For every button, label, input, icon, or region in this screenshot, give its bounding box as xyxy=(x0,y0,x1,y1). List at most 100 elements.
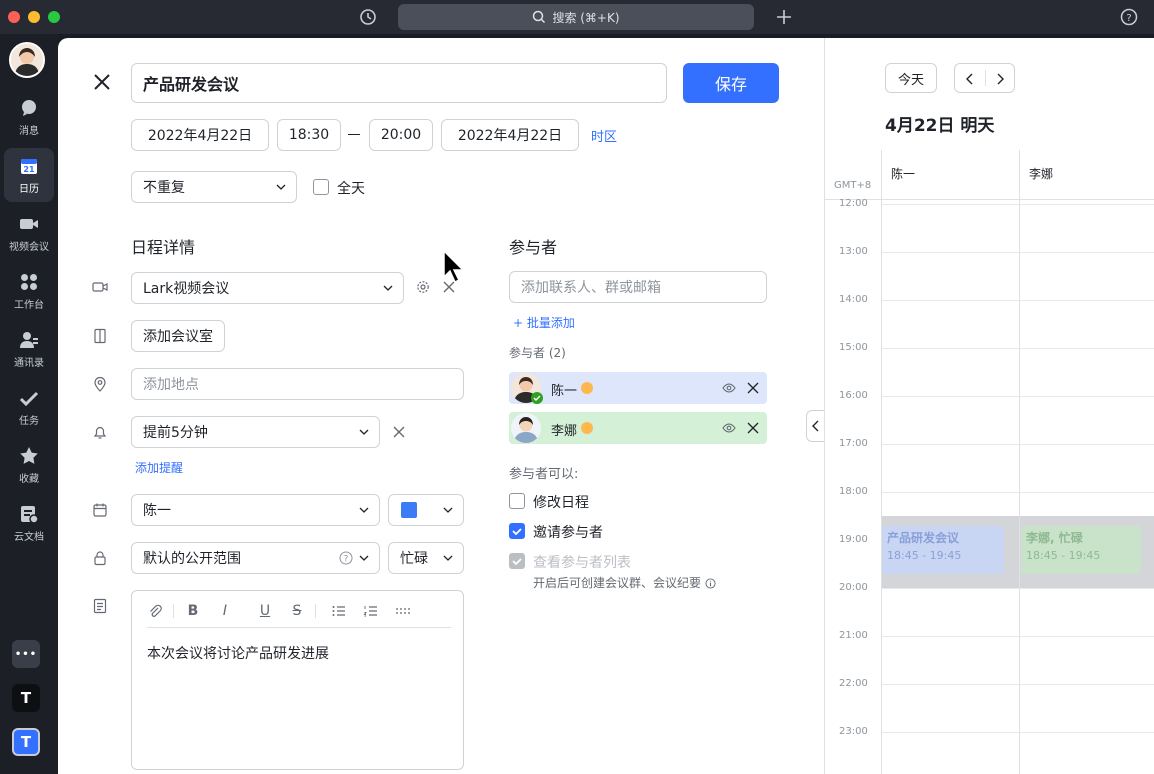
all-day-checkbox[interactable] xyxy=(313,179,329,195)
visibility-value: 默认的公开范围 xyxy=(143,551,241,567)
italic-icon[interactable]: I xyxy=(217,603,233,619)
previous-day-button[interactable] xyxy=(965,73,975,85)
underline-icon[interactable]: U xyxy=(257,603,273,619)
minimize-window-button[interactable] xyxy=(28,11,40,23)
attachment-icon[interactable] xyxy=(147,603,163,619)
remove-attendee-icon[interactable] xyxy=(746,381,760,395)
end-date-field[interactable]: 2022年4月22日 xyxy=(441,119,579,151)
hour-label: 13:00 xyxy=(839,246,868,257)
gear-icon[interactable] xyxy=(416,280,430,294)
numbered-list-icon[interactable] xyxy=(363,603,379,619)
sidebar-item-docs[interactable]: 云文档 xyxy=(0,496,58,550)
toolbar-divider xyxy=(147,627,451,628)
check-icon xyxy=(512,558,522,566)
column-header: 陈一 xyxy=(891,167,916,181)
hour-line xyxy=(881,300,1154,301)
busy-status-select[interactable]: 忙碌 xyxy=(388,542,464,574)
event-title-input[interactable]: 产品研发会议 xyxy=(131,63,667,103)
plus-icon[interactable] xyxy=(775,8,793,26)
event-block[interactable]: 产品研发会议 18:45 - 19:45 xyxy=(882,526,1004,574)
location-input[interactable]: 添加地点 xyxy=(131,368,464,400)
history-icon[interactable] xyxy=(359,8,377,26)
avatar xyxy=(511,413,541,443)
divider-icon[interactable] xyxy=(395,603,411,619)
event-title: 李娜, 忙碌 xyxy=(1026,531,1083,545)
app-t-active-button[interactable]: T xyxy=(12,728,40,756)
more-apps-button[interactable]: ••• xyxy=(12,640,40,668)
sidebar-item-calendar[interactable]: 21 日历 xyxy=(4,148,54,202)
video-icon xyxy=(92,282,108,292)
column-divider xyxy=(1019,150,1020,774)
info-icon[interactable] xyxy=(705,578,716,589)
user-avatar[interactable] xyxy=(9,42,45,78)
start-time-field[interactable]: 18:30 xyxy=(277,119,341,151)
sidebar-item-label: 视频会议 xyxy=(9,241,49,253)
sidebar-item-tasks[interactable]: 任务 xyxy=(0,380,58,434)
eye-icon[interactable] xyxy=(722,421,736,435)
bulk-add-link[interactable]: + 批量添加 xyxy=(513,314,575,331)
sidebar-item-favorites[interactable]: 收藏 xyxy=(0,438,58,492)
description-editor[interactable]: B I U S 本次会议将讨论产品研发进展 xyxy=(131,590,464,770)
svg-text:?: ? xyxy=(1126,13,1131,24)
accepted-check-icon xyxy=(531,392,543,404)
sidebar-item-label: 工作台 xyxy=(14,299,44,311)
video-meeting-select[interactable]: Lark视频会议 xyxy=(131,272,404,304)
attendee-row[interactable]: 陈一 xyxy=(509,372,767,404)
remove-attendee-icon[interactable] xyxy=(746,421,760,435)
event-time: 18:45 - 19:45 xyxy=(887,549,962,562)
help-icon[interactable]: ? xyxy=(1120,8,1138,26)
video-meeting-value: Lark视频会议 xyxy=(143,281,230,297)
help-icon[interactable]: ? xyxy=(339,551,353,565)
reminder-select[interactable]: 提前5分钟 xyxy=(131,416,380,448)
bold-icon[interactable]: B xyxy=(185,603,201,619)
start-date-field[interactable]: 2022年4月22日 xyxy=(131,119,269,151)
attendee-row[interactable]: 李娜 xyxy=(509,412,767,444)
close-icon[interactable] xyxy=(92,72,112,92)
calendar-owner-value: 陈一 xyxy=(143,503,171,519)
add-reminder-link[interactable]: 添加提醒 xyxy=(135,459,183,476)
hour-label: 19:00 xyxy=(839,534,868,545)
visibility-select[interactable]: 默认的公开范围 ? xyxy=(131,542,380,574)
video-icon xyxy=(20,218,38,229)
permission-note: 开启后可创建会议群、会议纪要 xyxy=(533,574,716,591)
close-window-button[interactable] xyxy=(8,11,20,23)
event-block[interactable]: 李娜, 忙碌 18:45 - 19:45 xyxy=(1021,526,1141,574)
hour-line xyxy=(881,204,1154,205)
calendar-owner-select[interactable]: 陈一 xyxy=(131,494,380,526)
zoom-window-button[interactable] xyxy=(48,11,60,23)
calendar-color-select[interactable] xyxy=(388,494,464,526)
add-attendee-input[interactable]: 添加联系人、群或邮箱 xyxy=(509,271,767,303)
strikethrough-icon[interactable]: S xyxy=(289,603,305,619)
sidebar-item-contacts[interactable]: 通讯录 xyxy=(0,322,58,376)
bulk-add-label: 批量添加 xyxy=(526,316,575,330)
save-button[interactable]: 保存 xyxy=(683,63,779,103)
column-header: 李娜 xyxy=(1029,167,1054,181)
next-day-button[interactable] xyxy=(995,73,1005,85)
hour-label: 23:00 xyxy=(839,726,868,737)
repeat-select[interactable]: 不重复 xyxy=(131,171,297,203)
app-t-button[interactable]: T xyxy=(12,684,40,712)
nav-divider xyxy=(985,70,986,86)
invite-attendees-checkbox[interactable] xyxy=(509,523,525,539)
modify-event-checkbox[interactable] xyxy=(509,493,525,509)
today-button[interactable]: 今天 xyxy=(885,63,937,93)
description-text[interactable]: 本次会议将讨论产品研发进展 xyxy=(147,643,329,663)
attendees-section-title: 参与者 xyxy=(509,238,558,257)
end-time-field[interactable]: 20:00 xyxy=(369,119,433,151)
plus-icon: + xyxy=(513,316,527,330)
global-search-box[interactable]: 搜索 (⌘+K) xyxy=(398,4,754,30)
remove-reminder-icon[interactable] xyxy=(392,425,406,439)
sidebar-item-video-meeting[interactable]: 视频会议 xyxy=(0,206,58,260)
hour-line xyxy=(881,684,1154,685)
timezone-link[interactable]: 时区 xyxy=(591,126,617,145)
bullet-list-icon[interactable] xyxy=(331,603,347,619)
task-icon xyxy=(19,391,39,406)
hour-line xyxy=(881,732,1154,733)
add-meeting-room-button[interactable]: 添加会议室 xyxy=(131,320,225,352)
eye-icon[interactable] xyxy=(722,381,736,395)
hour-label: 14:00 xyxy=(839,294,868,305)
sidebar-item-workplace[interactable]: 工作台 xyxy=(0,264,58,318)
collapse-calendar-button[interactable] xyxy=(806,410,824,442)
sidebar-item-messages[interactable]: 消息 xyxy=(0,90,58,144)
sidebar-item-label: 收藏 xyxy=(19,473,39,485)
